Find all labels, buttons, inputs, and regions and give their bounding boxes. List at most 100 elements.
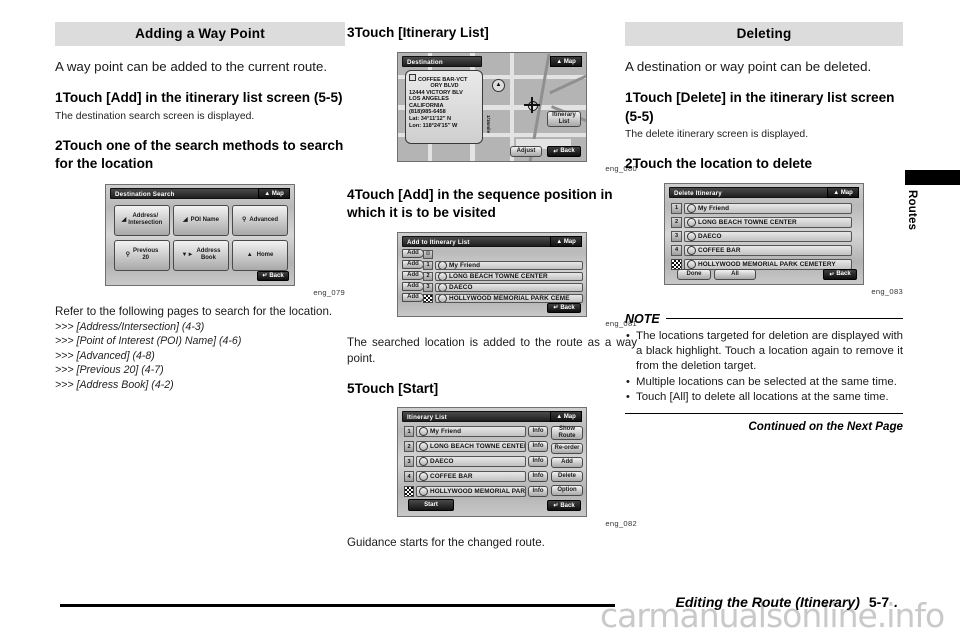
delete-row[interactable]: COFFEE BAR — [684, 244, 852, 256]
map-button[interactable]: ▲ Map — [827, 186, 859, 198]
back-button[interactable]: ↵ Back — [257, 270, 289, 281]
itinerary-row[interactable]: HOLLYWOOD MEMORIAL PARK C — [416, 486, 526, 497]
search-button-address-intersection[interactable]: ◢ Address/ Intersection — [114, 204, 170, 236]
itinerary-row[interactable]: DAECO — [435, 282, 583, 292]
address-book-icon: ▼► — [181, 251, 194, 258]
itinerary-row[interactable]: My Friend — [435, 260, 583, 270]
section-title-adding-way-point: Adding a Way Point — [55, 22, 345, 46]
delete-row[interactable]: My Friend — [684, 202, 852, 214]
back-button[interactable]: ↵ Back — [823, 268, 857, 280]
search-button-poi-name[interactable]: ◢ POI Name — [173, 204, 229, 236]
footer-section-title: Editing the Route (Itinerary) — [675, 594, 860, 610]
cross-reference-item: >>> [Address/Intersection] (4-3) — [55, 320, 205, 333]
itinerary-row[interactable]: LONG BEACH TOWNE CENTER — [416, 441, 526, 452]
info-button-row-4[interactable]: Info — [528, 471, 548, 482]
button-label-line1: Address/ — [132, 213, 159, 219]
figure-caption: eng_080 — [605, 163, 637, 173]
add-button-position-4[interactable]: Add — [402, 292, 424, 302]
itinerary-list-label-line2: List — [558, 118, 570, 125]
manual-page: Adding a Way Point A way point can be ad… — [0, 0, 960, 635]
section-title-deleting: Deleting — [625, 22, 903, 46]
itinerary-row-label: My Friend — [449, 261, 481, 269]
add-button-position-2[interactable]: Add — [402, 270, 424, 280]
row-index: 4 — [671, 244, 682, 256]
info-button-label: Info — [532, 473, 544, 479]
search-button-advanced[interactable]: ⚲ Advanced — [232, 204, 288, 236]
info-button-row-2[interactable]: Info — [528, 441, 548, 452]
map-button[interactable]: ▲ Map — [550, 411, 582, 422]
info-button-row-5[interactable]: Info — [528, 486, 548, 497]
location-marker-icon — [419, 442, 428, 451]
option-button[interactable]: Option — [551, 485, 583, 496]
figure-destination-confirmation: Destination Confirmation ▲ Map COFFEE BA… — [347, 51, 637, 173]
itinerary-list-button[interactable]: Itinerary List — [547, 110, 581, 127]
step-1-subtext: The delete itinerary screen is displayed… — [625, 129, 809, 140]
map-button[interactable]: ▲ Map — [550, 55, 582, 67]
back-arrow-icon: ↵ — [262, 273, 268, 279]
row-index: 1 — [423, 260, 433, 270]
show-route-button[interactable]: Show Route — [551, 426, 583, 440]
location-marker-icon — [438, 283, 447, 291]
note-bottom-rule — [625, 412, 903, 414]
map-button-label: Map — [563, 58, 576, 65]
info-line: ORY BLVD — [430, 83, 459, 90]
destination-flag-icon — [423, 293, 433, 303]
nav-screen-add-to-itinerary: Add to Itinerary List ▲ Map ☉ Add Add Ad… — [397, 231, 587, 317]
back-arrow-icon: ↵ — [829, 271, 835, 278]
location-marker-icon — [438, 294, 447, 302]
back-button[interactable]: ↵ Back — [547, 500, 581, 511]
itinerary-row[interactable]: DAECO — [416, 456, 526, 467]
step-1-text: Touch [Add] in the itinerary list screen — [62, 90, 314, 105]
row-index: 2 — [423, 271, 433, 281]
location-marker-icon — [419, 487, 428, 496]
itinerary-row[interactable]: COFFEE BAR — [416, 471, 526, 482]
map-button[interactable]: ▲ Map — [258, 187, 290, 199]
info-button-row-3[interactable]: Info — [528, 456, 548, 467]
itinerary-row[interactable]: LONG BEACH TOWNE CENTER — [435, 271, 583, 281]
back-button[interactable]: ↵ Back — [547, 145, 581, 157]
done-button[interactable]: Done — [677, 268, 711, 280]
step-5-adding: 5Touch [Start] — [347, 380, 637, 399]
location-marker-icon — [687, 231, 696, 241]
itinerary-row[interactable]: HOLLYWOOD MEMORIAL PARK CEME — [435, 293, 583, 303]
step-2-deleting: 2Touch the location to delete — [625, 155, 903, 174]
itinerary-row-label: My Friend — [430, 428, 462, 435]
delete-row[interactable]: LONG BEACH TOWNE CENTER — [684, 216, 852, 228]
add-button-position-1[interactable]: Add — [402, 259, 424, 269]
add-button-position-0[interactable]: Add — [402, 248, 424, 258]
step-4-text: Touch [Add] in the sequence position in … — [347, 186, 613, 221]
delete-button[interactable]: Delete — [551, 471, 583, 482]
search-button-previous-20[interactable]: ⚲ Previous 20 — [114, 239, 170, 271]
step-number-badge: 1 — [625, 90, 633, 105]
add-button-position-3[interactable]: Add — [402, 281, 424, 291]
search-button-home[interactable]: ▲ Home — [232, 239, 288, 271]
itinerary-row-label: LONG BEACH TOWNE CENTER — [449, 272, 548, 280]
itinerary-row-label: DAECO — [430, 458, 454, 465]
delete-row[interactable]: HOLLYWOOD MEMORIAL PARK CEMETERY — [684, 258, 852, 270]
map-button[interactable]: ▲ Map — [550, 235, 582, 247]
after-figure-4-text: The searched location is added to the ro… — [347, 335, 637, 365]
add-button-label: Add — [407, 271, 419, 278]
delete-row-label: DAECO — [698, 232, 722, 240]
button-label-line2: Intersection — [128, 220, 163, 226]
figure-add-to-itinerary: Add to Itinerary List ▲ Map ☉ Add Add Ad… — [347, 231, 637, 328]
nav-screen-destination-search: Destination Search ▲ Map ◢ Address/ Inte… — [105, 183, 295, 286]
re-order-button[interactable]: Re-order — [551, 443, 583, 454]
adjust-button[interactable]: Adjust — [510, 145, 542, 157]
back-button[interactable]: ↵ Back — [547, 302, 581, 313]
column-right: Deleting A destination or way point can … — [625, 22, 903, 433]
step-number-badge: 2 — [625, 156, 633, 171]
all-button[interactable]: All — [714, 268, 756, 280]
add-button[interactable]: Add — [551, 457, 583, 468]
step-number-badge: 4 — [347, 186, 355, 202]
itinerary-row[interactable]: My Friend — [416, 426, 526, 437]
info-line: COFFEE BAR-VCT — [409, 73, 480, 84]
location-marker-icon — [687, 217, 696, 227]
cross-reference-item: >>> [Advanced] (4-8) — [55, 349, 155, 362]
delete-row[interactable]: DAECO — [684, 230, 852, 242]
search-button-address-book[interactable]: ▼► Address Book — [173, 239, 229, 271]
info-button-label: Info — [532, 458, 544, 464]
start-button[interactable]: Start — [408, 499, 454, 511]
step-4-adding: 4Touch [Add] in the sequence position in… — [347, 186, 637, 223]
info-button-row-1[interactable]: Info — [528, 426, 548, 437]
